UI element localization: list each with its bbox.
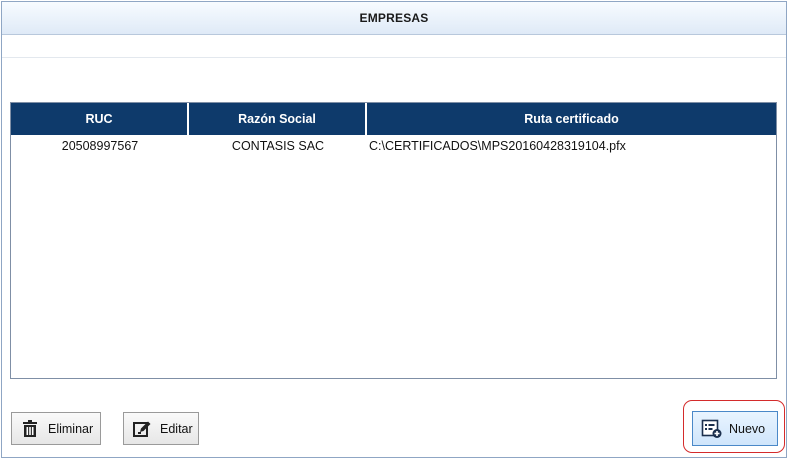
trash-icon [20, 419, 40, 439]
cell-ruc[interactable]: 20508997567 [11, 139, 189, 153]
nuevo-label: Nuevo [729, 421, 766, 436]
cell-razon-social[interactable]: CONTASIS SAC [189, 139, 367, 153]
column-header-razon-social[interactable]: Razón Social [189, 103, 367, 135]
cell-ruta-certificado[interactable]: C:\CERTIFICADOS\MPS20160428319104.pfx [367, 139, 776, 153]
grid-header: RUC Razón Social Ruta certificado [11, 103, 776, 135]
toolbar-area [2, 36, 786, 58]
edit-icon [132, 419, 152, 439]
editar-button[interactable]: Editar [123, 412, 199, 445]
column-header-ruta-certificado[interactable]: Ruta certificado [367, 103, 776, 135]
column-header-ruc[interactable]: RUC [11, 103, 189, 135]
eliminar-button[interactable]: Eliminar [11, 412, 101, 445]
table-row[interactable]: 20508997567 CONTASIS SAC C:\CERTIFICADOS… [11, 135, 776, 157]
new-record-icon [701, 419, 722, 439]
page-title: EMPRESAS [359, 11, 429, 25]
window-header: EMPRESAS [2, 2, 786, 35]
nuevo-button[interactable]: Nuevo [692, 411, 778, 446]
editar-label: Editar [160, 421, 193, 436]
eliminar-label: Eliminar [48, 421, 94, 436]
empresas-grid[interactable]: RUC Razón Social Ruta certificado 205089… [10, 102, 777, 379]
